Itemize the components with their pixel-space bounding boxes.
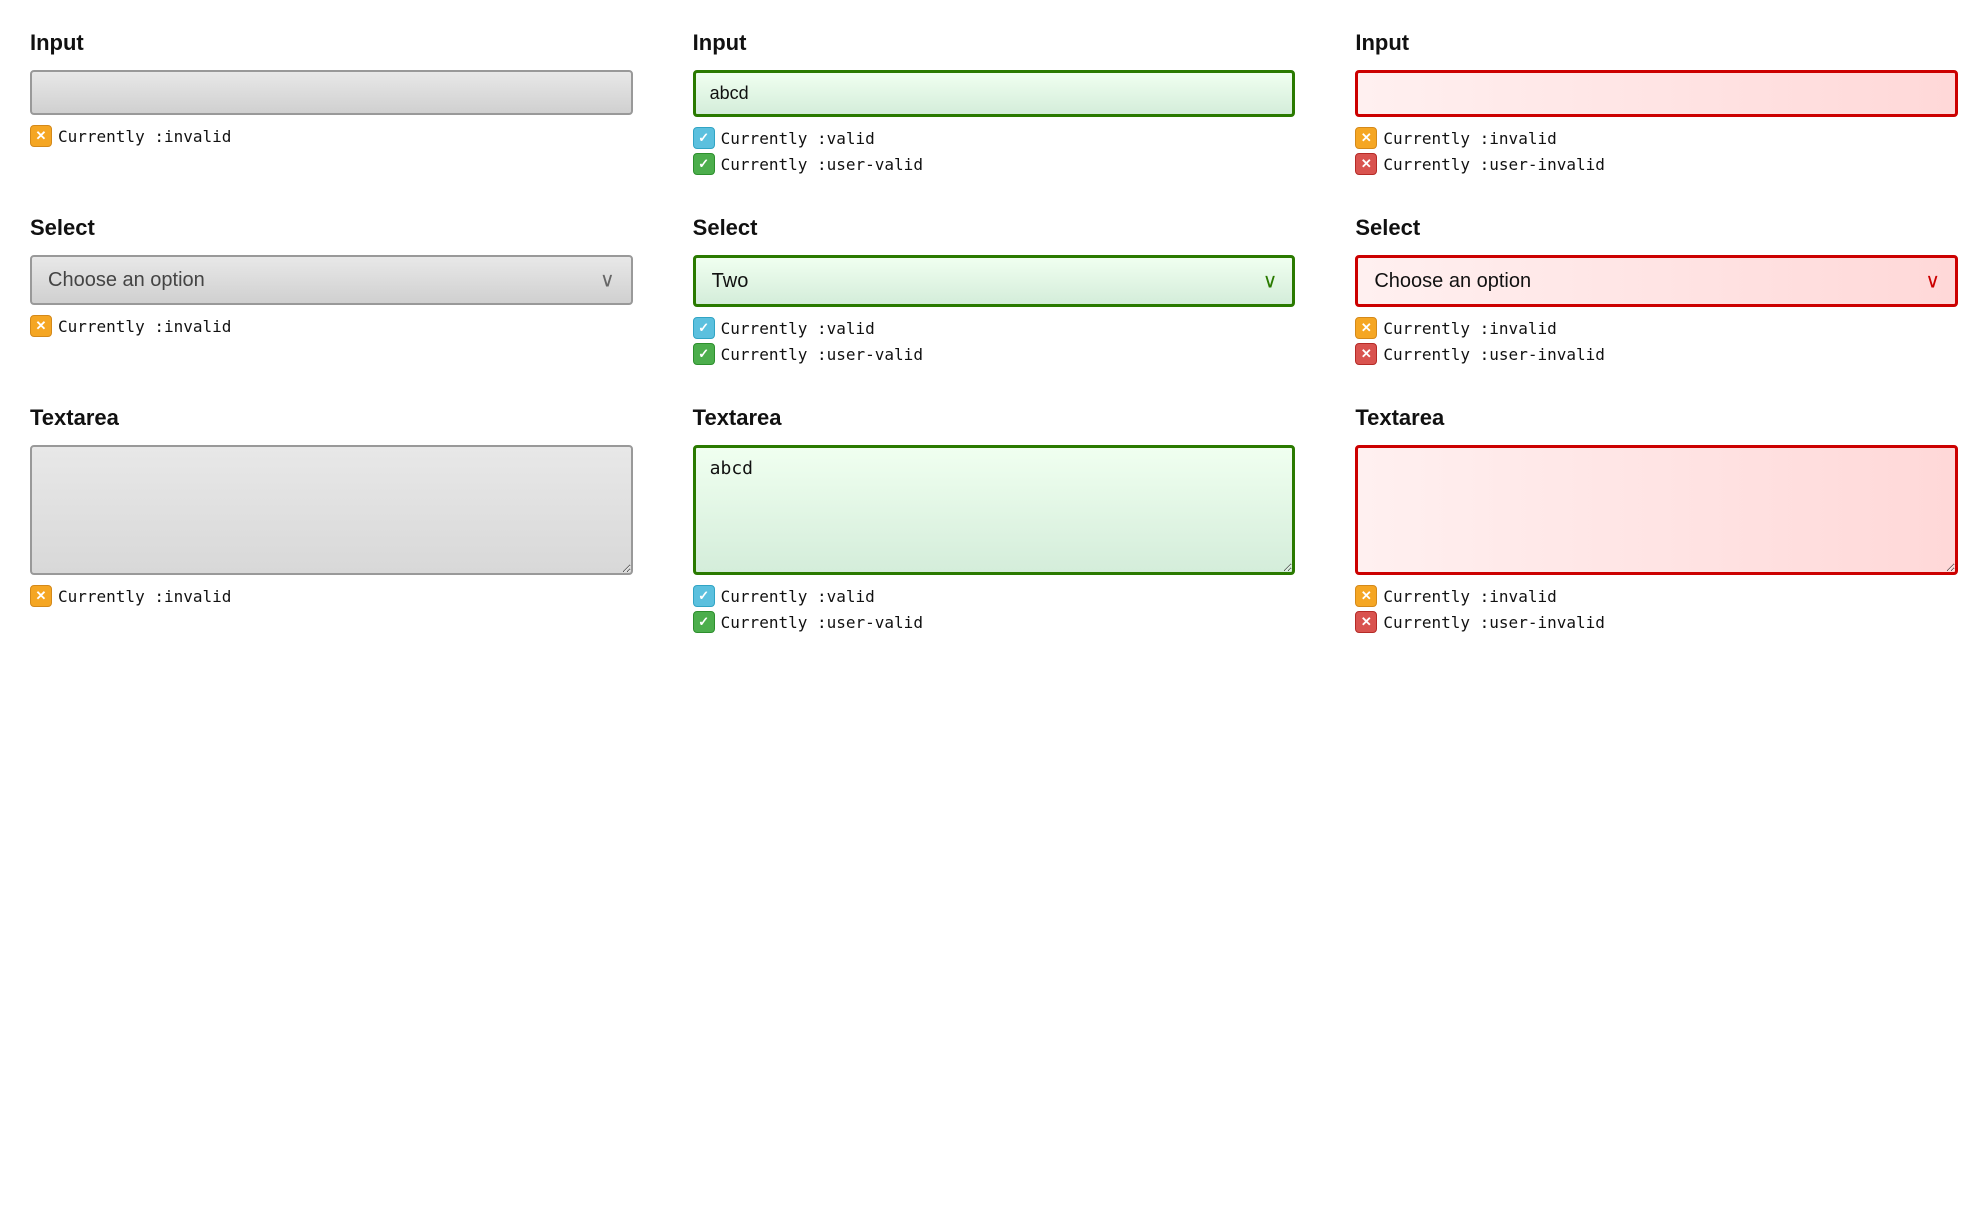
status-list-col1-row0: ✓ Currently :valid ✓ Currently :user-valid — [693, 127, 1296, 175]
status-item-1-col2-row2: ✕ Currently :user-invalid — [1355, 611, 1958, 633]
section-label-input-col2: Input — [1355, 30, 1958, 56]
badge-blue-check-icon: ✓ — [693, 127, 715, 149]
status-item-1-col1-row1: ✓ Currently :user-valid — [693, 343, 1296, 365]
textarea-field-col1[interactable]: abcd — [693, 445, 1296, 575]
section-label-textarea-col1: Textarea — [693, 405, 1296, 431]
status-list-col0-row2: ✕ Currently :invalid — [30, 585, 633, 607]
badge-red-x-icon: ✕ — [1355, 153, 1377, 175]
cell-col0-row1: Select Choose an optionOneTwoThree∨ ✕ Curre… — [30, 215, 633, 365]
input-field-col1[interactable] — [693, 70, 1296, 117]
status-item-0-col2-row1: ✕ Currently :invalid — [1355, 317, 1958, 339]
section-label-select-col2: Select — [1355, 215, 1958, 241]
status-item-1-col1-row2: ✓ Currently :user-valid — [693, 611, 1296, 633]
status-text-col2-row1-1: Currently :user-invalid — [1383, 345, 1605, 364]
select-wrapper-col2: Choose an optionOneTwoThree∨ — [1355, 255, 1958, 307]
badge-orange-x-icon: ✕ — [1355, 127, 1377, 149]
cell-col0-row2: Textarea ✕ Currently :invalid — [30, 405, 633, 633]
select-wrapper-col0: Choose an optionOneTwoThree∨ — [30, 255, 633, 305]
status-item-0-col1-row0: ✓ Currently :valid — [693, 127, 1296, 149]
status-item-1-col1-row0: ✓ Currently :user-valid — [693, 153, 1296, 175]
status-text-col0-row2-0: Currently :invalid — [58, 587, 231, 606]
badge-orange-x-icon: ✕ — [30, 315, 52, 337]
textarea-field-col0[interactable] — [30, 445, 633, 575]
cell-col2-row1: Select Choose an optionOneTwoThree∨ ✕ Curre… — [1355, 215, 1958, 365]
cell-col1-row0: Input ✓ Currently :valid ✓ Currently :user-v… — [693, 30, 1296, 175]
status-text-col2-row2-0: Currently :invalid — [1383, 587, 1556, 606]
status-item-1-col2-row0: ✕ Currently :user-invalid — [1355, 153, 1958, 175]
status-text-col2-row0-0: Currently :invalid — [1383, 129, 1556, 148]
status-text-col1-row1-1: Currently :user-valid — [721, 345, 923, 364]
cell-col1-row2: Textarea abcd ✓ Currently :valid ✓ Currently … — [693, 405, 1296, 633]
section-label-select-col0: Select — [30, 215, 633, 241]
status-text-col2-row0-1: Currently :user-invalid — [1383, 155, 1605, 174]
status-item-0-col2-row0: ✕ Currently :invalid — [1355, 127, 1958, 149]
badge-blue-check-icon: ✓ — [693, 317, 715, 339]
status-item-0-col0-row1: ✕ Currently :invalid — [30, 315, 633, 337]
status-item-0-col1-row2: ✓ Currently :valid — [693, 585, 1296, 607]
status-item-0-col2-row2: ✕ Currently :invalid — [1355, 585, 1958, 607]
status-list-col1-row1: ✓ Currently :valid ✓ Currently :user-valid — [693, 317, 1296, 365]
section-label-select-col1: Select — [693, 215, 1296, 241]
status-text-col1-row2-1: Currently :user-valid — [721, 613, 923, 632]
status-list-col2-row2: ✕ Currently :invalid ✕ Currently :user-inva… — [1355, 585, 1958, 633]
textarea-field-col2[interactable] — [1355, 445, 1958, 575]
input-field-col2[interactable] — [1355, 70, 1958, 117]
cell-col1-row1: Select Choose an optionOneTwoThree∨ ✓ Curre… — [693, 215, 1296, 365]
status-item-0-col0-row2: ✕ Currently :invalid — [30, 585, 633, 607]
select-field-col2[interactable]: Choose an optionOneTwoThree — [1355, 255, 1958, 307]
badge-blue-check-icon: ✓ — [693, 585, 715, 607]
badge-orange-x-icon: ✕ — [1355, 585, 1377, 607]
status-text-col2-row2-1: Currently :user-invalid — [1383, 613, 1605, 632]
badge-red-x-icon: ✕ — [1355, 343, 1377, 365]
badge-orange-x-icon: ✕ — [30, 125, 52, 147]
status-list-col0-row0: ✕ Currently :invalid — [30, 125, 633, 147]
select-field-col1[interactable]: Choose an optionOneTwoThree — [693, 255, 1296, 307]
status-text-col0-row1-0: Currently :invalid — [58, 317, 231, 336]
status-text-col1-row1-0: Currently :valid — [721, 319, 875, 338]
status-list-col2-row1: ✕ Currently :invalid ✕ Currently :user-inva… — [1355, 317, 1958, 365]
badge-orange-x-icon: ✕ — [30, 585, 52, 607]
badge-red-x-icon: ✕ — [1355, 611, 1377, 633]
status-text-col1-row0-0: Currently :valid — [721, 129, 875, 148]
status-list-col2-row0: ✕ Currently :invalid ✕ Currently :user-inva… — [1355, 127, 1958, 175]
section-label-textarea-col0: Textarea — [30, 405, 633, 431]
badge-green-check-icon: ✓ — [693, 611, 715, 633]
status-item-0-col1-row1: ✓ Currently :valid — [693, 317, 1296, 339]
section-label-textarea-col2: Textarea — [1355, 405, 1958, 431]
section-label-input-col0: Input — [30, 30, 633, 56]
badge-orange-x-icon: ✕ — [1355, 317, 1377, 339]
select-field-col0[interactable]: Choose an optionOneTwoThree — [30, 255, 633, 305]
section-label-input-col1: Input — [693, 30, 1296, 56]
status-text-col1-row2-0: Currently :valid — [721, 587, 875, 606]
cell-col2-row0: Input ✕ Currently :invalid ✕ Currently :user… — [1355, 30, 1958, 175]
input-field-col0[interactable] — [30, 70, 633, 115]
main-grid: Input ✕ Currently :invalid Select Choose an … — [30, 30, 1958, 633]
cell-col0-row0: Input ✕ Currently :invalid — [30, 30, 633, 175]
badge-green-check-icon: ✓ — [693, 343, 715, 365]
status-item-1-col2-row1: ✕ Currently :user-invalid — [1355, 343, 1958, 365]
status-text-col2-row1-0: Currently :invalid — [1383, 319, 1556, 338]
badge-green-check-icon: ✓ — [693, 153, 715, 175]
status-list-col0-row1: ✕ Currently :invalid — [30, 315, 633, 337]
cell-col2-row2: Textarea ✕ Currently :invalid ✕ Currently :u… — [1355, 405, 1958, 633]
select-wrapper-col1: Choose an optionOneTwoThree∨ — [693, 255, 1296, 307]
status-item-0-col0-row0: ✕ Currently :invalid — [30, 125, 633, 147]
status-text-col1-row0-1: Currently :user-valid — [721, 155, 923, 174]
status-list-col1-row2: ✓ Currently :valid ✓ Currently :user-valid — [693, 585, 1296, 633]
status-text-col0-row0-0: Currently :invalid — [58, 127, 231, 146]
